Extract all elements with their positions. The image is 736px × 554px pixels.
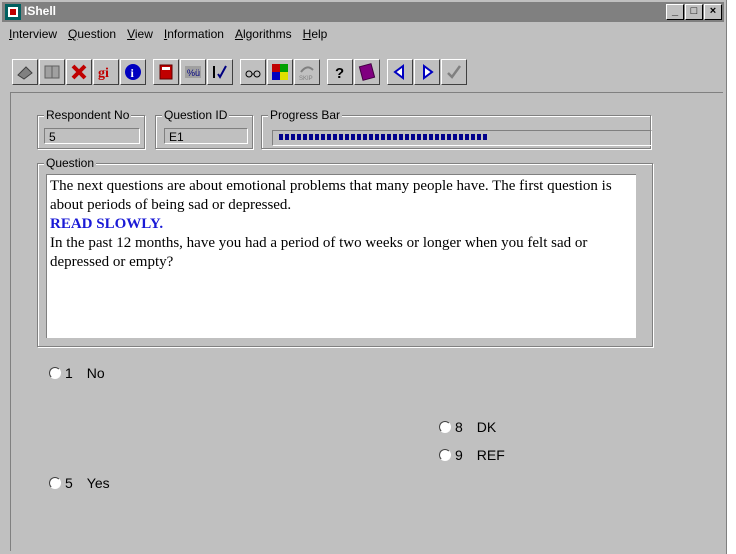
option-label: No [86,365,105,381]
keyboard-icon: %ü [185,66,201,78]
respondent-label: Respondent No [44,108,132,122]
checklist-icon [213,65,227,79]
delete-icon [71,64,87,80]
option-ref[interactable]: 9 REF [439,447,505,463]
help-question-button[interactable]: ? [327,59,353,85]
menu-algorithms[interactable]: Algorithms [228,24,296,41]
client-area: Respondent No 5 Question ID E1 Progress … [10,92,723,551]
question-text-intro: The next questions are about emotional p… [50,178,612,213]
menu-view[interactable]: View [120,24,157,41]
question-group: Question The next questions are about em… [37,156,653,347]
respondent-group: Respondent No 5 [37,108,145,149]
radio-icon[interactable] [49,477,61,489]
progress-label: Progress Bar [268,108,343,122]
radio-icon[interactable] [439,421,451,433]
menu-bar: Interview Question View Information Algorith… [2,24,722,44]
info-icon: i [125,64,141,80]
checklist-button[interactable] [207,59,233,85]
radio-icon[interactable] [439,449,451,461]
glasses-icon [245,70,261,78]
eraser-icon [17,66,33,80]
delete-button[interactable] [66,59,92,85]
question-text-box: The next questions are about emotional p… [46,174,636,338]
question-id-label: Question ID [162,108,230,122]
svg-text:%ü: %ü [187,68,200,78]
question-id-field: E1 [164,128,248,144]
svg-text:SKIP: SKIP [299,76,313,82]
option-label: Yes [86,475,110,491]
keyboard-button[interactable]: %ü [180,59,206,85]
info-button[interactable]: i [120,59,146,85]
help-question-icon: ? [335,65,344,82]
book-icon [44,65,60,79]
progress-fill [279,134,488,140]
question-label: Question [44,156,97,170]
option-yes[interactable]: 5 Yes [49,475,110,491]
option-code: 1 [65,365,73,381]
progress-group: Progress Bar [261,108,652,149]
option-label: REF [476,447,505,463]
question-text-main: In the past 12 months, have you had a pe… [50,235,588,270]
book-button[interactable] [39,59,65,85]
option-code: 8 [455,419,463,435]
glasses-button[interactable] [240,59,266,85]
toolbar: gi i %ü SKIP ? [12,56,468,88]
radio-icon[interactable] [49,367,61,379]
skip-icon: SKIP [299,66,314,82]
help-book-icon [358,63,376,81]
menu-interview[interactable]: Interview [2,24,61,41]
svg-text:gi: gi [98,66,109,81]
skip-button[interactable]: SKIP [294,59,320,85]
help-book-button[interactable] [354,59,380,85]
next-button[interactable] [414,59,440,85]
ishell-window: IShell _ □ × Interview Question View Inform… [0,0,727,554]
respondent-field: 5 [44,128,140,144]
option-code: 5 [65,475,73,491]
option-code: 9 [455,447,463,463]
gi-icon: gi [98,66,109,81]
notebook-icon [159,64,173,80]
gi-button[interactable]: gi [93,59,119,85]
maximize-icon[interactable]: □ [685,4,703,20]
checkmark-button[interactable] [441,59,467,85]
window-title: IShell [24,4,57,18]
progress-bar [272,130,652,146]
interviewer-instruction: READ SLOWLY. [50,216,164,232]
menu-help[interactable]: Help [296,24,332,41]
minimize-icon[interactable]: _ [666,4,684,20]
title-bar: IShell _ □ × [2,2,724,22]
close-icon[interactable]: × [704,4,722,20]
svg-text:?: ? [335,65,344,82]
menu-information[interactable]: Information [157,24,228,41]
option-dk[interactable]: 8 DK [439,419,496,435]
color-squares-icon [272,64,288,80]
previous-icon [393,64,404,80]
eraser-button[interactable] [12,59,38,85]
app-icon [5,4,21,20]
checkmark-icon [447,65,462,79]
notebook-button[interactable] [153,59,179,85]
menu-question[interactable]: Question [61,24,120,41]
option-label: DK [476,419,497,435]
next-icon [423,64,434,80]
previous-button[interactable] [387,59,413,85]
color-squares-button[interactable] [267,59,293,85]
question-id-group: Question ID E1 [155,108,253,149]
option-no[interactable]: 1 No [49,365,105,381]
